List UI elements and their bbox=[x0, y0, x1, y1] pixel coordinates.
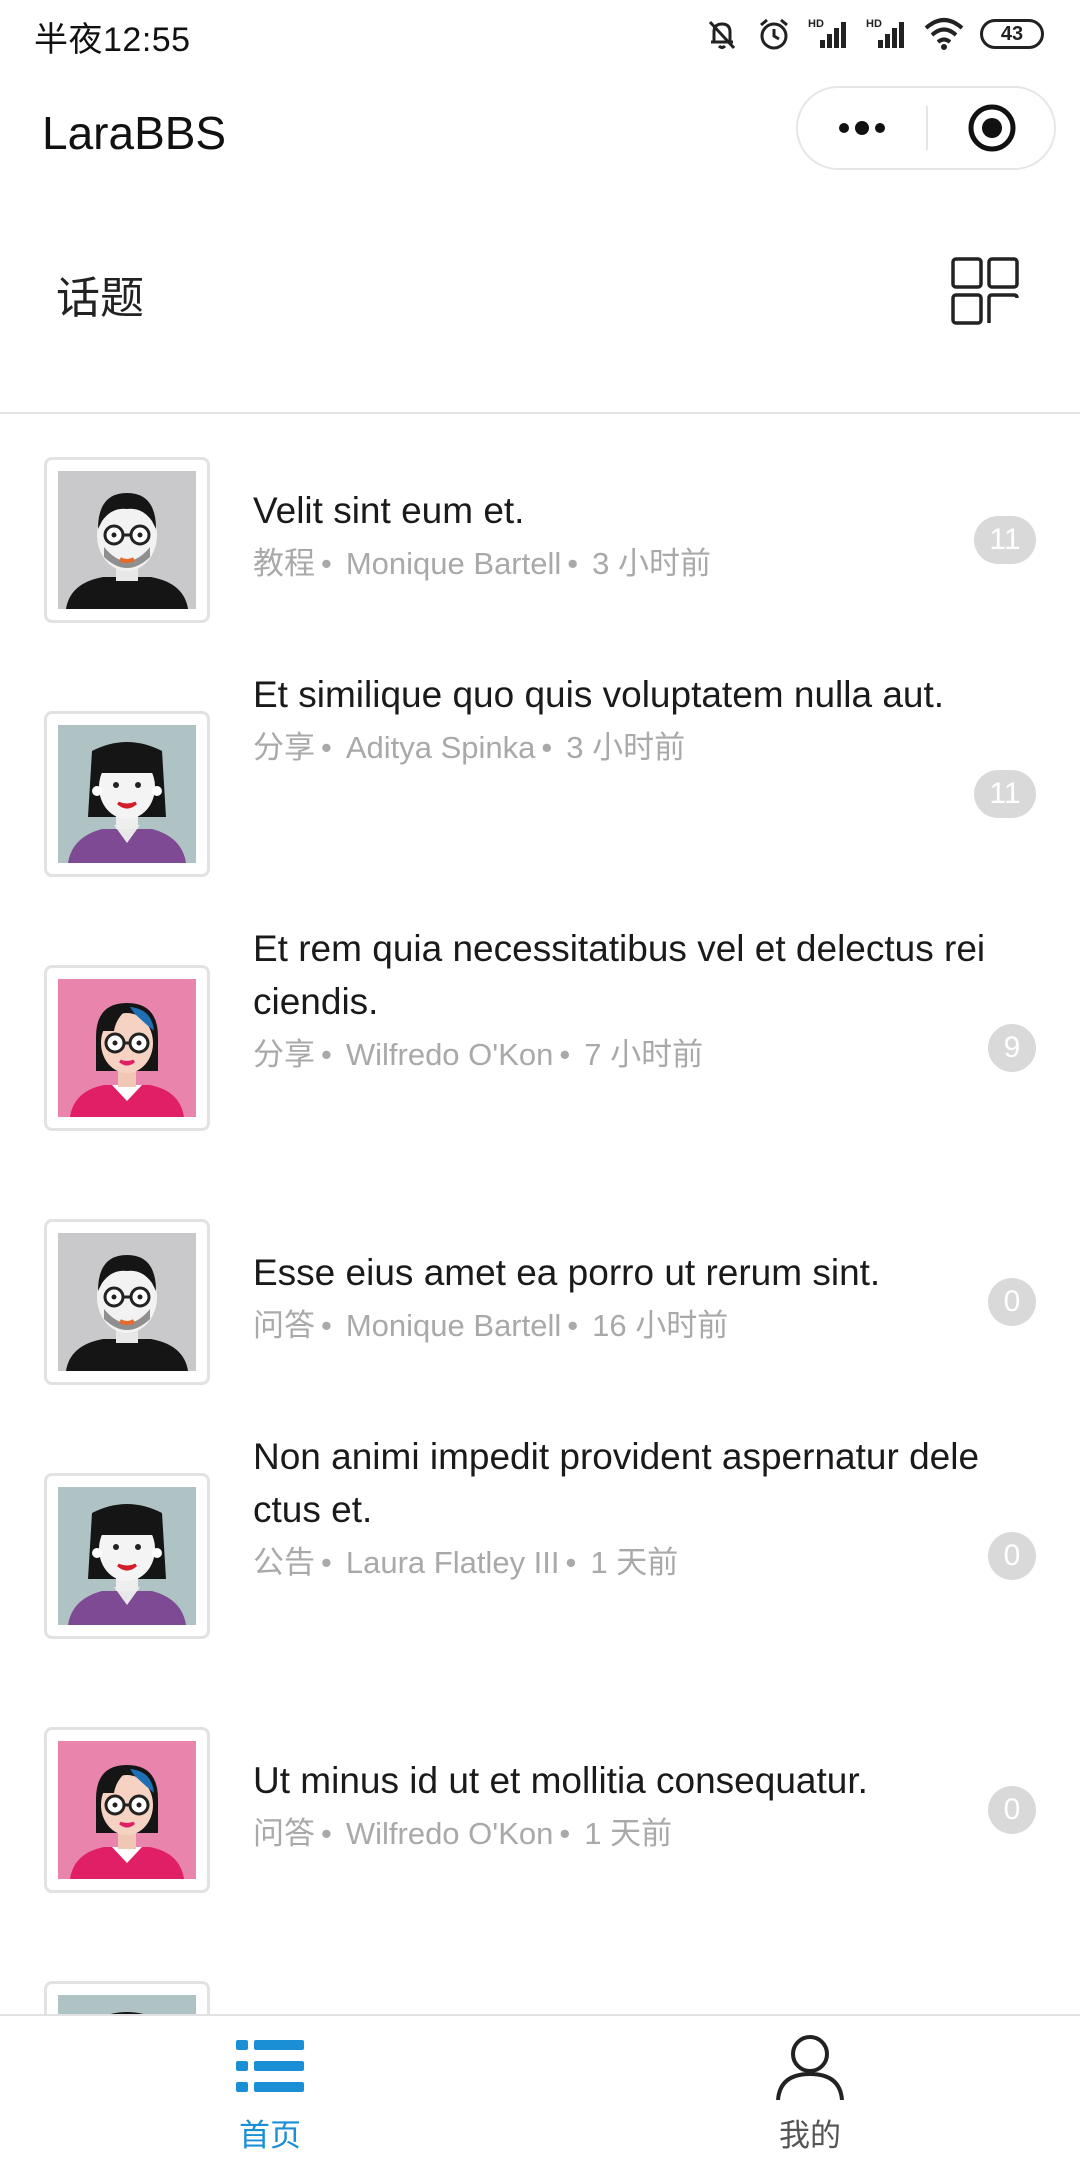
avatar[interactable] bbox=[44, 1219, 210, 1385]
avatar[interactable] bbox=[44, 965, 210, 1131]
avatar-male-glasses-icon bbox=[58, 1233, 196, 1371]
reply-count-badge: 0 bbox=[988, 1278, 1036, 1326]
topic-item[interactable]: Esse eius amet ea porro ut rerum sint. 问… bbox=[0, 1176, 1080, 1430]
topic-category: 问答 bbox=[253, 1308, 315, 1343]
topic-time: 7 小时前 bbox=[584, 1037, 704, 1072]
close-mini-program-button[interactable] bbox=[928, 88, 1056, 168]
category-header: 话题 bbox=[0, 196, 1080, 414]
topic-body: Non animi impedit provident aspernatur d… bbox=[253, 1430, 993, 1584]
status-bar: 半夜12:55 HD HD 43 bbox=[0, 0, 1080, 66]
topic-time: 1 天前 bbox=[584, 1816, 673, 1851]
more-dots-icon bbox=[839, 121, 885, 135]
topic-meta: 问答 • Wilfredo O'Kon • 1 天前 bbox=[253, 1816, 673, 1851]
avatar[interactable] bbox=[44, 457, 210, 623]
topic-meta: 公告 • Laura Flatley III • 1 天前 bbox=[253, 1545, 679, 1580]
topic-category: 分享 bbox=[253, 1037, 315, 1072]
topic-meta: 分享 • Wilfredo O'Kon • 7 小时前 bbox=[253, 1037, 704, 1072]
mini-program-capsule bbox=[796, 86, 1056, 170]
topic-author: Aditya Spinka bbox=[345, 730, 536, 765]
topic-title: Et similique quo quis voluptatem nulla a… bbox=[253, 674, 945, 715]
topic-body: Et similique quo quis voluptatem nulla a… bbox=[253, 668, 993, 769]
topic-category: 分享 bbox=[253, 730, 315, 765]
battery-indicator: 43 bbox=[980, 19, 1044, 49]
topic-item[interactable]: Et rem quia necessitatibus vel et delect… bbox=[0, 922, 1080, 1176]
topic-category: 教程 bbox=[253, 546, 315, 581]
tab-bar: 首页 我的 bbox=[0, 2014, 1080, 2160]
avatar[interactable] bbox=[44, 1727, 210, 1893]
tab-home-label: 首页 bbox=[239, 2118, 301, 2153]
topic-author: Monique Bartell bbox=[345, 546, 562, 581]
topic-time: 3 小时前 bbox=[592, 546, 711, 581]
topic-meta: 问答 • Monique Bartell • 16 小时前 bbox=[253, 1308, 729, 1343]
target-circle-icon bbox=[968, 104, 1016, 152]
topic-item[interactable]: Et similique quo quis voluptatem nulla a… bbox=[0, 668, 1080, 922]
avatar-female-pink-icon bbox=[58, 979, 196, 1117]
topic-body: Velit sint eum et. 教程 • Monique Bartell • 3 … bbox=[253, 484, 993, 585]
list-icon bbox=[236, 2040, 304, 2092]
wifi-icon bbox=[924, 18, 964, 50]
topic-title: Et rem quia necessitatibus vel et delect… bbox=[253, 928, 986, 1022]
topic-title: Non animi impedit provident aspernatur d… bbox=[253, 1436, 980, 1530]
topic-time: 16 小时前 bbox=[592, 1308, 729, 1343]
topic-author: Monique Bartell bbox=[345, 1308, 562, 1343]
more-button[interactable] bbox=[798, 88, 926, 168]
app-title: LaraBBS bbox=[42, 107, 227, 159]
topic-time: 1 天前 bbox=[590, 1545, 679, 1580]
signal-hd-icon: HD bbox=[808, 18, 846, 48]
reply-count-badge: 0 bbox=[988, 1786, 1036, 1834]
alarm-clock-icon bbox=[760, 18, 788, 50]
status-icons: HD HD 43 bbox=[704, 14, 1044, 54]
category-grid-icon[interactable] bbox=[950, 256, 1020, 326]
user-icon bbox=[776, 2035, 844, 2100]
topic-meta: 分享 • Aditya Spinka • 3 小时前 bbox=[253, 730, 686, 765]
topic-category: 问答 bbox=[253, 1816, 315, 1851]
topic-author: Wilfredo O'Kon bbox=[345, 1816, 554, 1851]
tab-mine-label: 我的 bbox=[779, 2118, 841, 2153]
category-title: 话题 bbox=[56, 274, 144, 323]
topic-time: 3 小时前 bbox=[566, 730, 686, 765]
svg-text:HD: HD bbox=[866, 18, 882, 30]
tab-home[interactable]: 首页 bbox=[0, 2016, 540, 2160]
topic-title: Esse eius amet ea porro ut rerum sint. bbox=[253, 1252, 881, 1293]
topic-body: Ut minus id ut et mollitia consequatur. … bbox=[253, 1754, 993, 1855]
topic-category: 公告 bbox=[253, 1545, 315, 1580]
topic-title: Ut minus id ut et mollitia consequatur. bbox=[253, 1760, 868, 1801]
topic-meta: 教程 • Monique Bartell • 3 小时前 bbox=[253, 546, 711, 581]
topic-body: Et rem quia necessitatibus vel et delect… bbox=[253, 922, 993, 1076]
status-time: 半夜12:55 bbox=[34, 21, 191, 59]
avatar-female-purple-icon bbox=[58, 1995, 196, 2014]
topic-item[interactable]: Non animi impedit provident aspernatur d… bbox=[0, 1430, 1080, 1684]
avatar[interactable] bbox=[44, 1981, 210, 2014]
topic-author: Wilfredo O'Kon bbox=[345, 1037, 554, 1072]
topic-item[interactable]: Velit sint eum et. 教程 • Monique Bartell • 3 … bbox=[0, 414, 1080, 668]
avatar-female-pink-icon bbox=[58, 1741, 196, 1879]
topic-author: Laura Flatley III bbox=[345, 1545, 560, 1580]
reply-count-badge: 11 bbox=[974, 770, 1036, 818]
reply-count-badge: 11 bbox=[974, 516, 1036, 564]
topic-list: Velit sint eum et. 教程 • Monique Bartell • 3 … bbox=[0, 414, 1080, 2014]
topic-title: Velit sint eum et. bbox=[253, 490, 525, 531]
tab-mine[interactable]: 我的 bbox=[540, 2016, 1080, 2160]
avatar-female-purple-icon bbox=[58, 725, 196, 863]
topic-body: Esse eius amet ea porro ut rerum sint. 问… bbox=[253, 1246, 993, 1347]
avatar[interactable] bbox=[44, 711, 210, 877]
avatar-female-purple-icon bbox=[58, 1487, 196, 1625]
signal-hd-icon-2: HD bbox=[866, 18, 904, 48]
svg-text:HD: HD bbox=[808, 18, 824, 30]
mute-bell-icon bbox=[708, 20, 736, 50]
nav-bar: LaraBBS bbox=[0, 66, 1080, 196]
topic-item[interactable]: Ut minus id ut et mollitia consequatur. … bbox=[0, 1684, 1080, 1938]
reply-count-badge: 9 bbox=[988, 1024, 1036, 1072]
reply-count-badge: 0 bbox=[988, 1532, 1036, 1580]
avatar-male-glasses-icon bbox=[58, 471, 196, 609]
avatar[interactable] bbox=[44, 1473, 210, 1639]
topic-item-partial[interactable] bbox=[0, 1938, 1080, 2014]
